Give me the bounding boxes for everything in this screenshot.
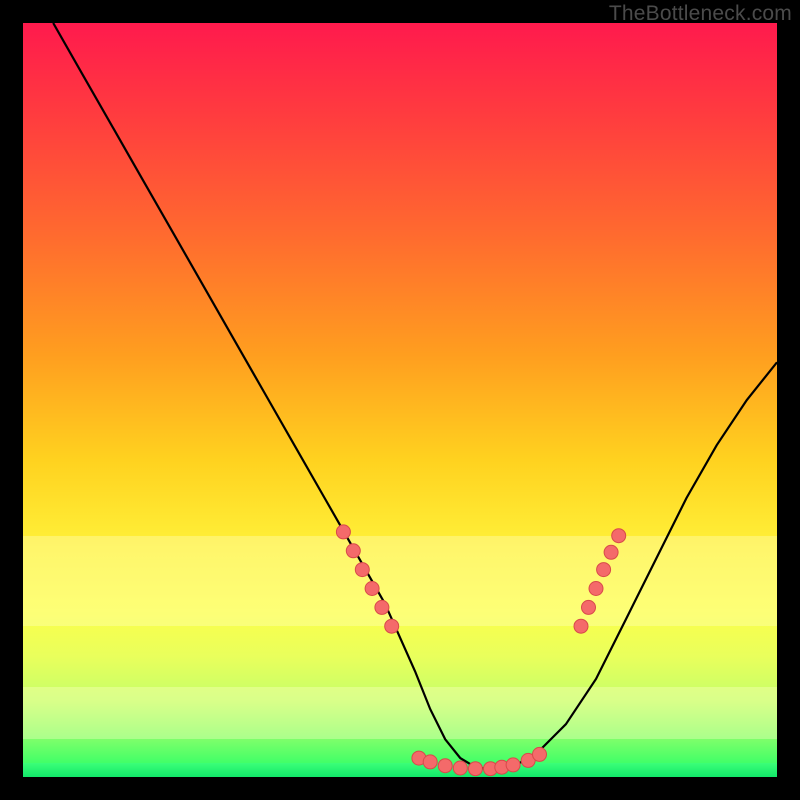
chart-frame — [23, 23, 777, 777]
curve-dot — [375, 600, 389, 614]
curve-dot — [604, 545, 618, 559]
watermark-text: TheBottleneck.com — [609, 2, 792, 26]
curve-dot — [365, 582, 379, 596]
curve-dot — [468, 762, 482, 776]
curve-dot — [423, 755, 437, 769]
curve-dot — [589, 582, 603, 596]
curve-dot — [385, 619, 399, 633]
curve-dots — [336, 525, 625, 776]
curve-dot — [533, 747, 547, 761]
curve-dot — [336, 525, 350, 539]
curve-dot — [506, 758, 520, 772]
bottleneck-curve-svg — [23, 23, 777, 777]
curve-dot — [355, 563, 369, 577]
curve-dot — [453, 761, 467, 775]
bottleneck-curve-path — [53, 23, 777, 770]
curve-dot — [346, 544, 360, 558]
curve-dot — [582, 600, 596, 614]
curve-dot — [438, 759, 452, 773]
curve-dot — [574, 619, 588, 633]
curve-dot — [597, 563, 611, 577]
curve-dot — [612, 529, 626, 543]
